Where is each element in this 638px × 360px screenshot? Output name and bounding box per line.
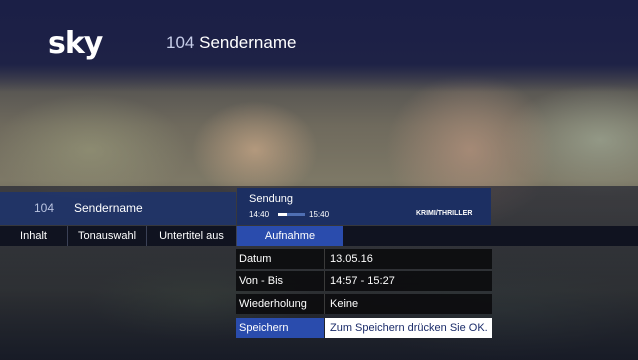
recording-row-repeat[interactable]: Wiederholung Keine [236,294,492,314]
info-channel-number: 104 [34,201,55,215]
channel-number: 104 [166,33,195,52]
tab-inhalt[interactable]: Inhalt [0,226,68,246]
date-label: Datum [239,253,272,265]
row-divider [324,294,325,314]
repeat-value: Keine [330,298,359,310]
channel-title: 104 Sendername [166,33,296,53]
recording-row-time-range[interactable]: Von - Bis 14:57 - 15:27 [236,271,492,291]
time-range-label: Von - Bis [239,275,284,287]
save-label: Speichern [239,322,289,334]
row-divider [324,249,325,269]
program-progress-bar [278,213,305,216]
program-genre: KRIMI/THRILLER [416,210,473,217]
date-value: 13.05.16 [330,253,373,265]
program-progress-fill [278,213,288,216]
channel-name: Sendername [199,33,297,52]
program-end-time: 15:40 [309,210,330,219]
tv-screen: sky 104 Sendername 104 Sendername Sendun… [0,0,638,360]
info-channel-name: Sendername [74,201,143,215]
recording-row-save[interactable]: Speichern Zum Speichern drücken Sie OK. [236,318,492,338]
program-title: Sendung [249,193,294,205]
repeat-label: Wiederholung [239,298,307,310]
save-hint: Zum Speichern drücken Sie OK. [330,322,488,334]
sky-logo: sky [48,26,103,61]
tab-untertitel[interactable]: Untertitel aus [147,226,237,246]
program-start-time: 14:40 [249,210,270,219]
recording-row-date[interactable]: Datum 13.05.16 [236,249,492,269]
row-divider [324,271,325,291]
tab-tonauswahl[interactable]: Tonauswahl [68,226,147,246]
time-range-value: 14:57 - 15:27 [330,275,395,287]
tab-aufnahme[interactable]: Aufnahme [237,226,343,246]
